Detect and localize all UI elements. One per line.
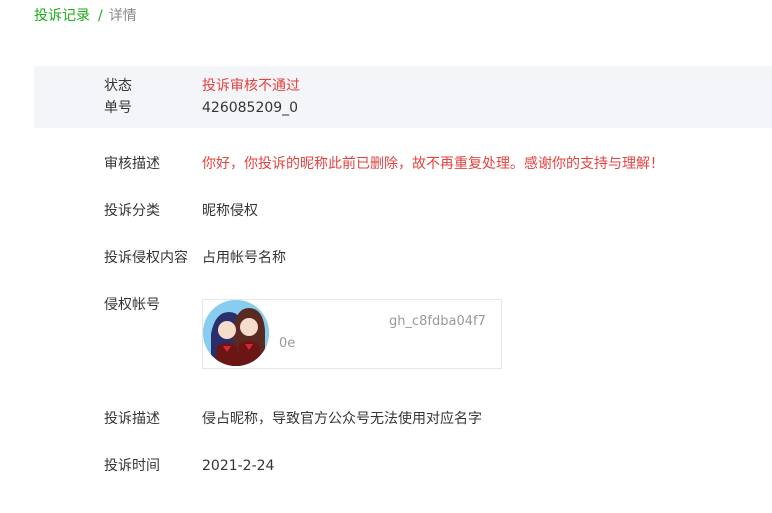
category-label: 投诉分类 [104,203,160,219]
complaint-desc-label: 投诉描述 [104,411,160,427]
review-desc-label: 审核描述 [104,156,160,172]
infringing-content-value: 占用帐号名称 [202,250,286,266]
account-id-suffix: 0e [279,336,296,351]
breadcrumb: 投诉记录 / 详情 [34,6,137,26]
status-value: 投诉审核不通过 [202,78,300,94]
account-avatar [203,300,269,366]
infringing-content-label: 投诉侵权内容 [104,250,188,266]
order-number-value: 426085209_0 [202,100,299,116]
account-id: gh_c8fdba04f7 [389,314,486,329]
status-panel [34,66,772,128]
complaint-time-value: 2021-2-24 [202,458,275,474]
order-number-label: 单号 [104,100,132,116]
infringing-account-label: 侵权帐号 [104,297,160,313]
infringing-account-card[interactable]: gh_c8fdba04f7 0e [202,299,502,369]
review-desc-value: 你好，你投诉的昵称此前已删除，故不再重复处理。感谢你的支持与理解！ [202,156,664,172]
breadcrumb-current: 详情 [108,8,137,24]
breadcrumb-link-complaint-records[interactable]: 投诉记录 [34,8,90,24]
breadcrumb-separator: / [98,8,103,24]
status-label: 状态 [104,78,132,94]
complaint-desc-value: 侵占昵称，导致官方公众号无法使用对应名字 [202,411,482,427]
category-value: 昵称侵权 [202,203,258,219]
complaint-time-label: 投诉时间 [104,458,160,474]
